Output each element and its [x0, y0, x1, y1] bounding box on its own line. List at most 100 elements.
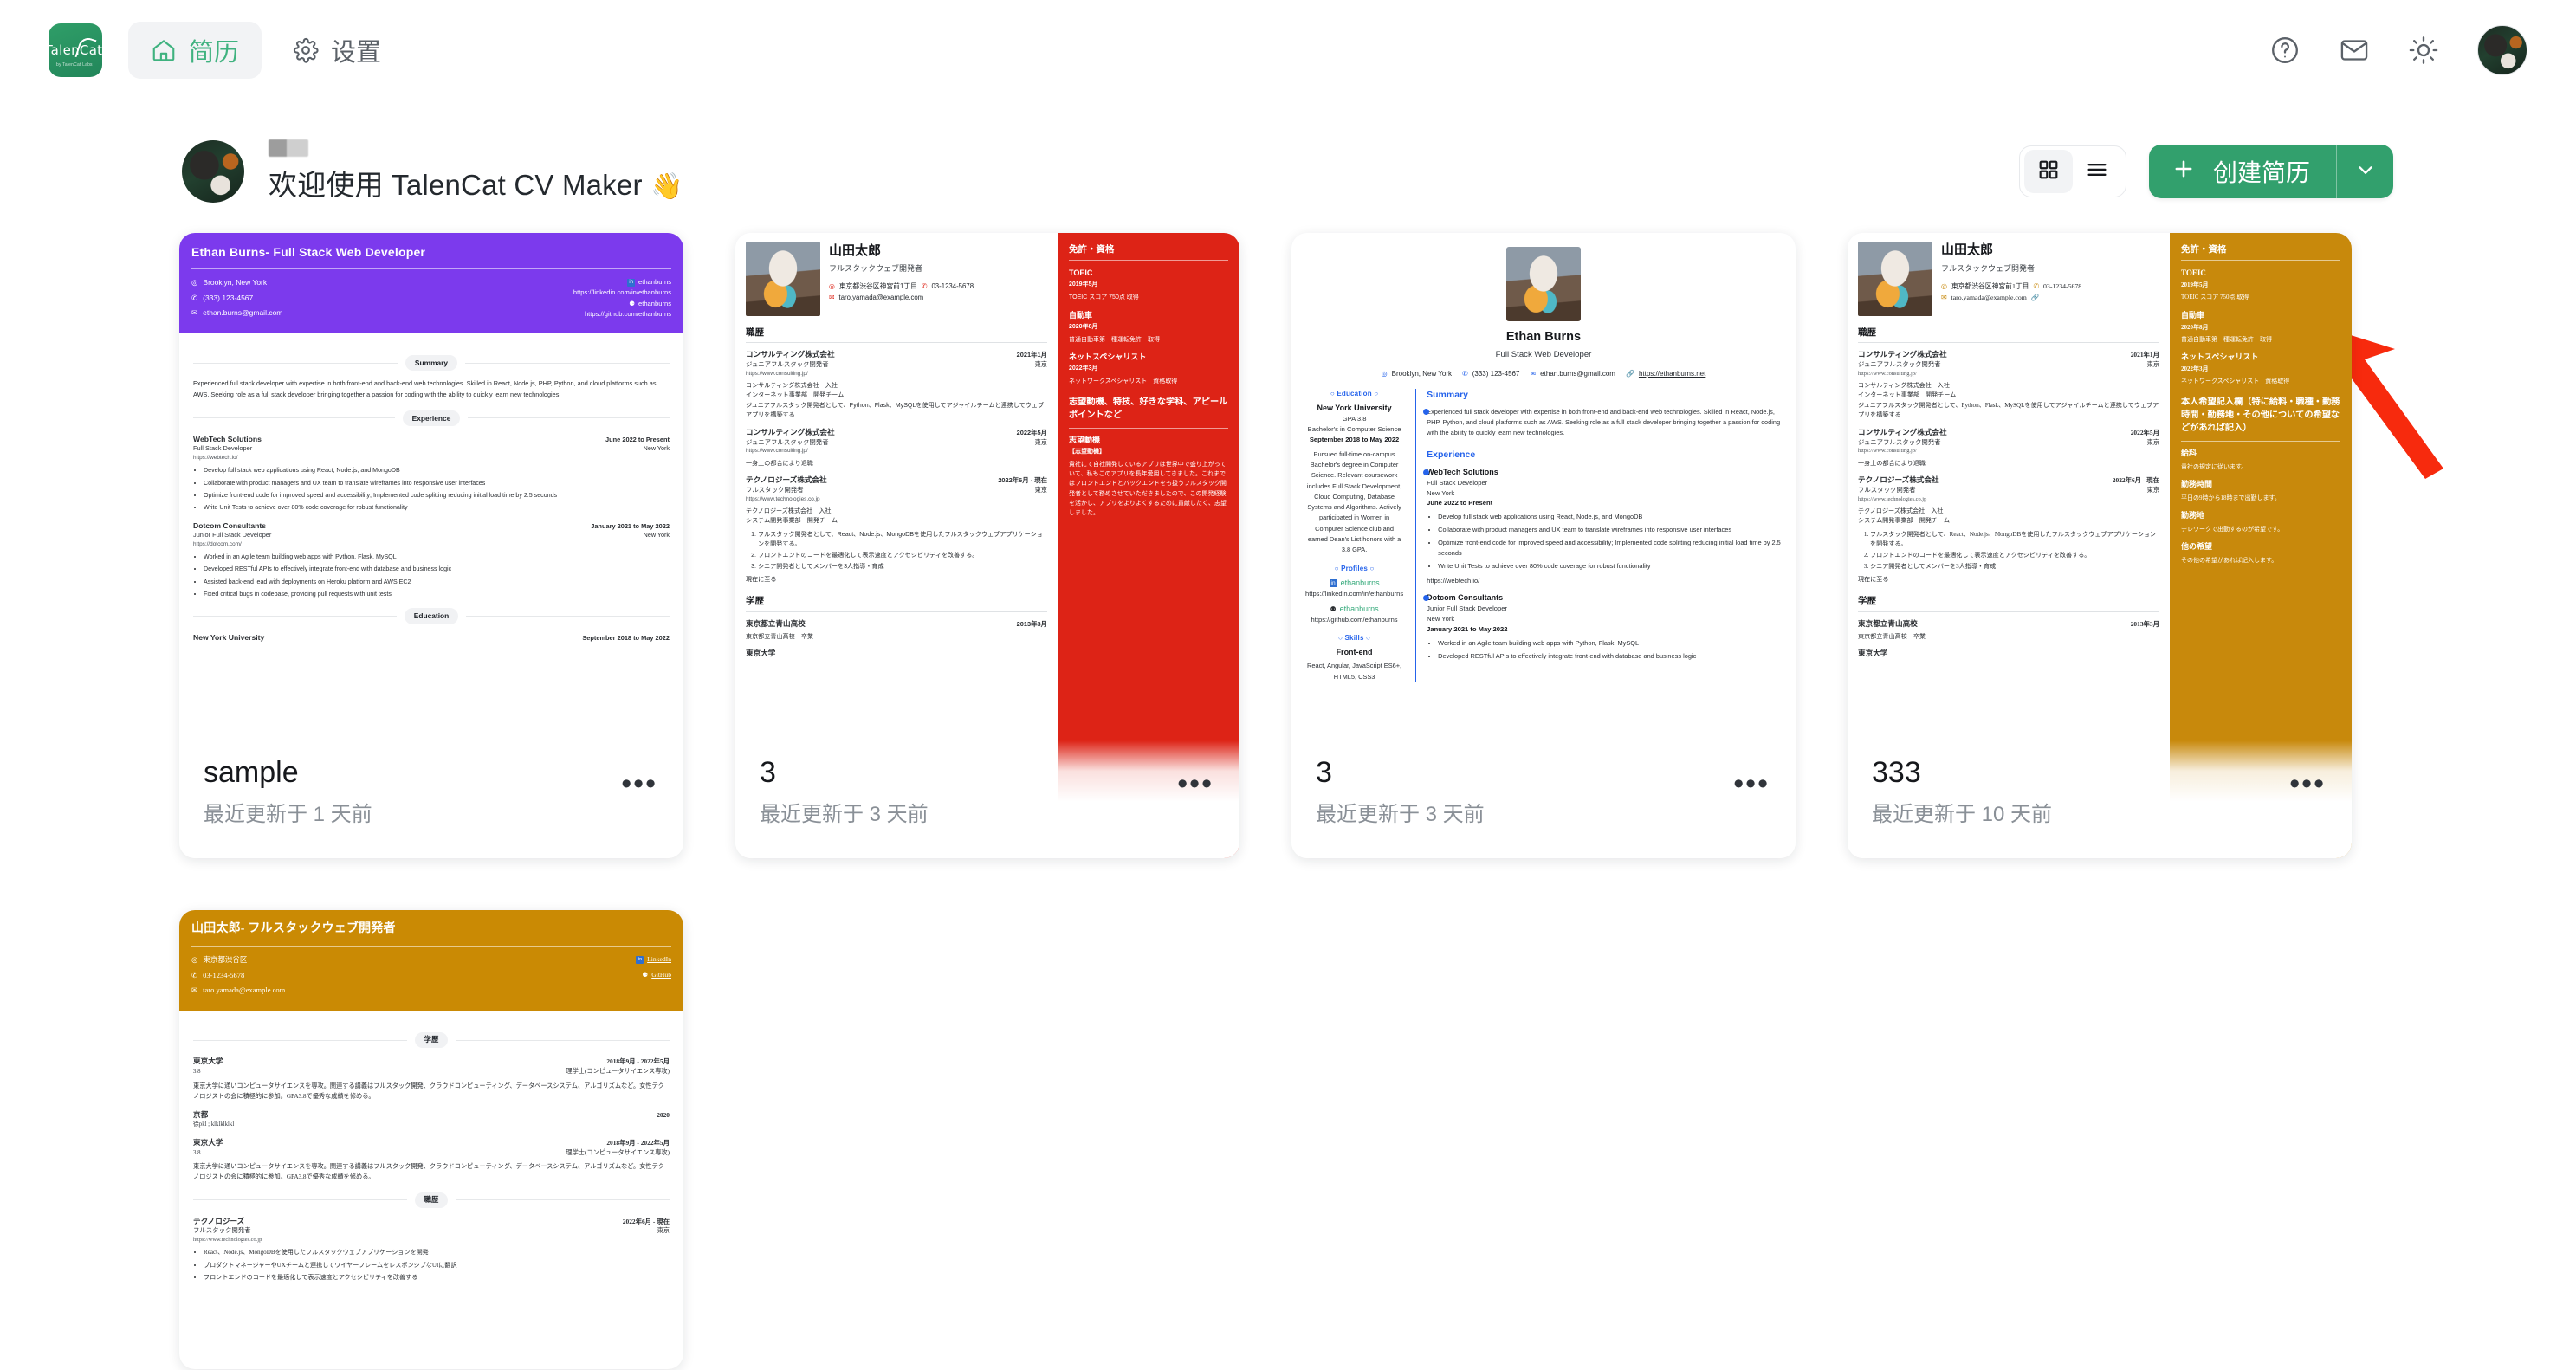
resume-phone: 03-1234-5678	[203, 970, 245, 979]
resume-card-more-button[interactable]: •••	[621, 756, 657, 798]
experience-bullets: Worked in an Agile team building web app…	[204, 553, 670, 598]
education-school: 東京都立青山高校	[1858, 618, 1918, 628]
experience-role: Full Stack Developer	[1427, 478, 1488, 487]
skills-group: Front-end	[1336, 648, 1373, 657]
license-date: 2019年5月	[1069, 281, 1098, 288]
bullet: Write Unit Tests to achieve over 80% cod…	[204, 503, 670, 513]
section-work-heading: 職歴	[746, 327, 764, 338]
resume-card[interactable]: 山田太郎 フルスタックウェブ開発者 ◎ 東京都渋谷区神宮前1丁目 ✆ 03-12…	[1848, 233, 2352, 858]
bullet: Optimize front-end code for improved spe…	[204, 491, 670, 501]
section-label: Profiles	[1341, 564, 1369, 572]
experience-entry: WebTech Solutions June 2022 to Present F…	[193, 434, 670, 513]
location-pin-icon: ◎	[1941, 281, 1947, 290]
create-resume-button[interactable]: 创建简历	[2149, 145, 2336, 198]
education-school: 東京大学	[193, 1137, 223, 1147]
resume-right-column: Summary Experienced full stack developer…	[1415, 388, 1782, 682]
section-label: Skills	[1344, 633, 1364, 642]
linkedin-label[interactable]: LinkedIn	[647, 954, 671, 965]
work-location: 東京	[1034, 485, 1047, 494]
linkedin-icon: in	[636, 955, 644, 965]
wish-entry: 給料 貴社の規定に従います。	[2181, 448, 2340, 472]
resume-card[interactable]: Ethan Burns- Full Stack Web Developer ◎ B…	[179, 233, 683, 858]
bullet: Collaborate with product managers and UX…	[204, 479, 670, 488]
license-entry: ネットスペシャリスト 2022年3月 ネットワークスペシャリスト 資格取得	[1069, 352, 1228, 386]
resume-role: フルスタックウェブ開発者	[1941, 263, 2036, 273]
work-entry: テクノロジーズ株式会社 2022年6月 - 現在 フルスタック開発者 東京 ht…	[746, 475, 1047, 585]
nav-item-settings[interactable]: 设置	[270, 22, 404, 79]
grid-view-button[interactable]	[2023, 150, 2073, 193]
resume-website[interactable]: https://ethanburns.net	[1639, 369, 1705, 379]
work-url: https://www.technologies.co.jp	[193, 1237, 262, 1244]
work-line: 一身上の都合により退職	[746, 459, 813, 467]
resume-card-more-button[interactable]: •••	[1733, 756, 1770, 798]
resume-card-more-button[interactable]: •••	[2289, 756, 2326, 798]
work-url: https://www.technologies.co.jp	[746, 495, 820, 502]
education-degree: 理学士(コンピュータサイエンス専攻)	[566, 1148, 670, 1156]
work-url: https://www.consulting.jp/	[746, 370, 808, 377]
resume-phone: 03-1234-5678	[2043, 281, 2082, 290]
help-circle-icon[interactable]	[2269, 35, 2301, 66]
experience-location: New York	[1427, 488, 1455, 497]
numbered-item: フロントエンドのコードを最適化して表示速度とアクセシビリティを改善する。	[1870, 551, 2159, 560]
work-location: 東京	[657, 1227, 670, 1235]
resume-card-grid: Ethan Burns- Full Stack Web Developer ◎ B…	[0, 204, 2576, 1369]
education-school: New York University	[1317, 404, 1392, 413]
topbar-actions	[2269, 24, 2527, 75]
create-resume-dropdown-button[interactable]	[2336, 145, 2393, 198]
section-education-heading: Education	[193, 608, 670, 624]
linkedin-url: https://linkedin.com/in/ethanburns	[573, 288, 671, 297]
work-org: コンサルティング株式会社	[1858, 350, 1947, 359]
welcome-text-block: 欢迎使用 TalenCat CV Maker 👋	[269, 139, 683, 204]
list-view-button[interactable]	[2073, 150, 2121, 193]
resume-card[interactable]: 山田太郎- フルスタックウェブ開発者 ◎ 東京都渋谷区 ✆ 03-1234-5678…	[179, 910, 683, 1369]
sun-icon[interactable]	[2408, 35, 2439, 66]
nav-item-resume[interactable]: 简历	[128, 21, 262, 79]
mail-icon: ✉	[1941, 294, 1947, 302]
profile-photo	[1506, 247, 1581, 321]
section-work-heading: 職歴	[1858, 328, 1876, 338]
license-desc: ネットワークスペシャリスト 資格取得	[1069, 378, 1178, 385]
resume-card[interactable]: 山田太郎 フルスタックウェブ開発者 ◎ 東京都渋谷区神宮前1丁目 ✆ 03-12…	[735, 233, 1239, 858]
mail-icon[interactable]	[2339, 35, 2370, 66]
resume-card[interactable]: Ethan Burns Full Stack Web Developer ◎ Br…	[1291, 233, 1796, 858]
work-role: ジュニアフルスタック開発者	[746, 359, 829, 368]
education-entry: New York University September 2018 to Ma…	[193, 632, 670, 643]
talencat-logo[interactable]: TalenCat by TalenCat Labs	[49, 23, 102, 77]
user-avatar[interactable]	[2477, 24, 2527, 75]
mail-icon: ✉	[1530, 369, 1537, 378]
resume-phone: (333) 123-4567	[1472, 369, 1520, 378]
section-profiles-heading: ○ Profiles ○	[1334, 564, 1375, 572]
side-wish-title: 本人希望記入欄（特に給料・職種・勤務時間・勤務地・その他についての希望などがあれ…	[2181, 397, 2340, 433]
experience-dates: January 2021 to May 2022	[591, 521, 670, 530]
phone-icon: ✆	[921, 281, 928, 290]
license-entry: 自動車 2020年8月 普通自動車第一種運転免許 取得	[2181, 310, 2340, 345]
welcome-actions: 创建简历	[2018, 145, 2527, 198]
github-label[interactable]: GitHub	[651, 970, 671, 980]
experience-location: New York	[643, 444, 670, 453]
education-note: 東京都立青山高校 卒業	[1858, 633, 1926, 641]
resume-card-more-button[interactable]: •••	[1177, 756, 1214, 798]
bullet: Developed RESTful APIs to effectively in…	[1438, 651, 1782, 662]
resume-card-updated: 最近更新于 10 天前	[1872, 803, 2053, 827]
summary-text: Experienced full stack developer with ex…	[193, 379, 657, 398]
work-org: テクノロジーズ	[193, 1216, 245, 1225]
work-entry: コンサルティング株式会社 2022年5月 ジュニアフルスタック開発者 東京 ht…	[1858, 427, 2159, 469]
work-line: ジュニアフルスタック開発者として、Python、Flask、MySQLを使用して…	[746, 401, 1045, 419]
phone-icon: ✆	[1462, 369, 1468, 378]
linkedin-handle: ethanburns	[638, 278, 671, 287]
profile-photo	[1858, 242, 1932, 316]
mail-icon: ✉	[191, 307, 198, 317]
create-resume-group: 创建简历	[2148, 145, 2393, 198]
education-school: New York University	[193, 632, 265, 642]
resume-email: taro.yamada@example.com	[838, 294, 924, 302]
work-url: https://www.consulting.jp/	[746, 448, 808, 455]
work-role: ジュニアフルスタック開発者	[746, 437, 829, 446]
license-name: 自動車	[2181, 310, 2205, 320]
bullet: Worked in an Agile team building web app…	[1438, 638, 1782, 649]
work-line: コンサルティング株式会社 入社	[746, 381, 838, 389]
resume-card-footer: 3 最近更新于 3 天前 •••	[1291, 740, 1796, 858]
experience-entry: Dotcom Consultants January 2021 to May 2…	[193, 520, 670, 599]
side-license-title: 免許・資格	[1069, 244, 1115, 255]
view-mode-toggle	[2018, 145, 2126, 197]
side-motive-text: 貴社にて自社開発しているアプリは世界中で盛り上がっていて、私もこのアプリを長年愛…	[1069, 462, 1227, 517]
